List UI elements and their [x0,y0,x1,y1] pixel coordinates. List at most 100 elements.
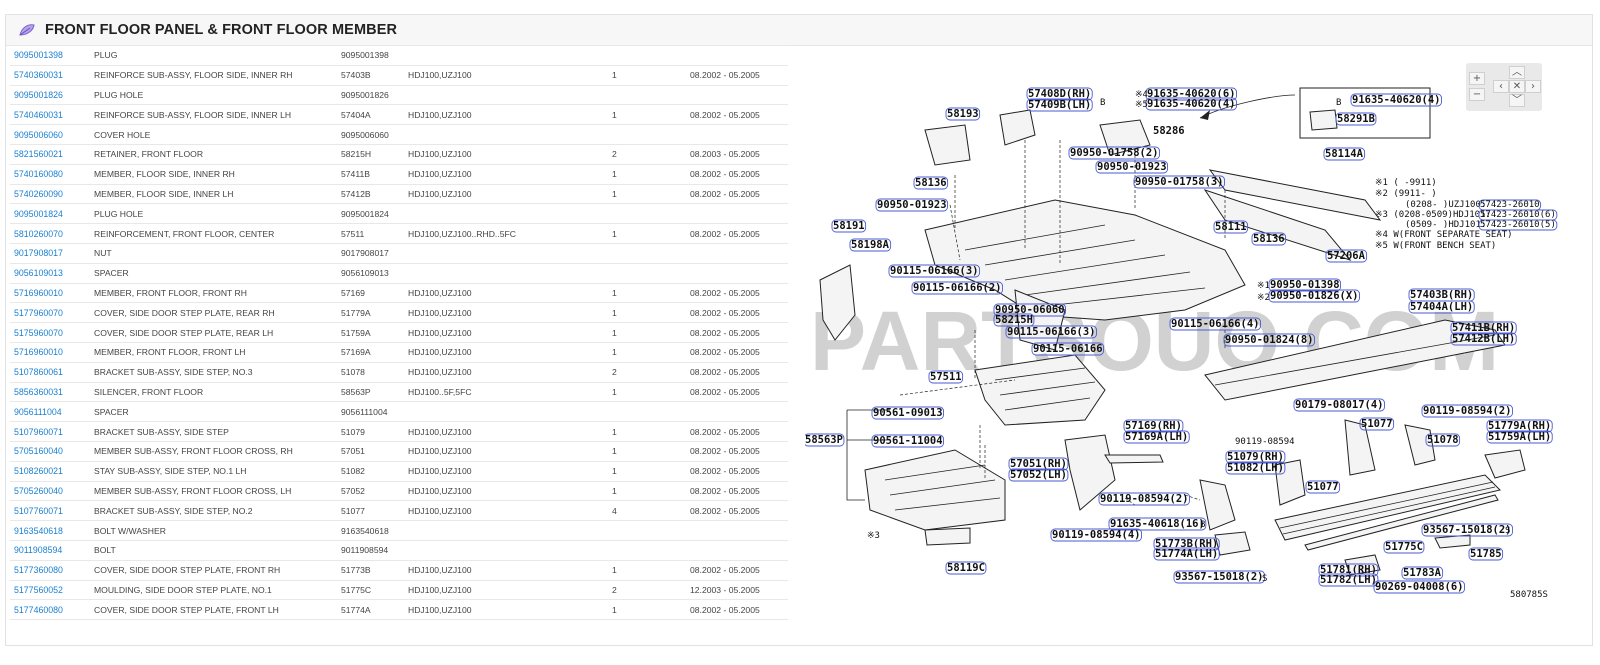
callout-label[interactable]: 90950-01758(2) [1070,147,1159,159]
part-number-link[interactable]: 5107860061 [14,367,63,377]
callout-label[interactable]: B [1336,98,1341,108]
callout-label[interactable]: 58198A [851,239,890,251]
table-row[interactable]: 5108260021 STAY SUB-ASSY, SIDE STEP, NO.1… [10,460,788,482]
callout-label[interactable]: 90269-04008(6) [1375,581,1464,593]
callout-label[interactable]: 51078 [1427,434,1459,446]
table-row[interactable]: 5705160040 MEMBER SUB-ASSY, FRONT FLOOR C… [10,440,788,462]
table-row[interactable]: 5716960010 MEMBER, FRONT FLOOR, FRONT RH 5… [10,282,788,303]
part-number-link[interactable]: 5740360031 [14,70,63,80]
callout-label[interactable]: 90119-08594(2) [1100,493,1189,505]
reset-view-button[interactable]: ✕ [1509,80,1525,93]
part-number-link[interactable]: 9163540618 [14,526,63,536]
callout-label[interactable]: ※5 W(FRONT BENCH SEAT) [1375,241,1496,251]
part-number-link[interactable]: 9011908594 [14,545,62,555]
part-number-link[interactable]: 5705260040 [14,486,63,496]
part-number-link[interactable]: 5177960070 [14,308,63,318]
table-row[interactable]: 9011908594 BOLT 9011908594 [10,539,788,561]
table-row[interactable]: 5177360080 COVER, SIDE DOOR STEP PLATE, F… [10,559,788,581]
table-row[interactable]: 9095001398 PLUG 9095001398 [10,45,788,66]
callout-label[interactable]: 90950-01758(3) [1135,176,1224,188]
callout-label[interactable]: ※1 ( -9911) [1375,178,1437,188]
part-number-link[interactable]: 5177460080 [14,605,63,615]
part-number-link[interactable]: 9095001824 [14,209,63,219]
callout-label[interactable]: 57206A [1327,250,1366,262]
part-number-link[interactable]: 5107760071 [14,506,63,516]
callout-label[interactable]: 51082(LH) [1227,462,1284,474]
part-number-link[interactable]: 5177360080 [14,565,63,575]
callout-label[interactable]: 57052(LH) [1010,469,1067,481]
callout-label[interactable]: 58286 [1153,125,1185,137]
part-number-link[interactable]: 5175960070 [14,328,63,338]
callout-label[interactable]: S [1505,526,1510,536]
callout-label[interactable]: 51759A(LH) [1488,431,1551,443]
callout-label[interactable]: 57169A(LH) [1125,431,1188,443]
callout-label[interactable]: 57423-26010(6) [1480,210,1556,220]
part-number-link[interactable]: 5107960071 [14,427,63,437]
zoom-out-button[interactable]: − [1469,88,1485,101]
table-row[interactable]: 9095006060 COVER HOLE 9095006060 [10,124,788,145]
callout-label[interactable]: 51785 [1470,548,1502,560]
callout-label[interactable]: 57412B(LH) [1452,333,1515,345]
table-row[interactable]: 5740160080 MEMBER, FLOOR SIDE, INNER RH 57… [10,163,788,185]
table-row[interactable]: 9056111004 SPACER 9056111004 [10,401,788,422]
part-number-link[interactable]: 5810260070 [14,229,63,239]
callout-label[interactable]: 57423-26010 [1480,200,1540,210]
callout-label[interactable]: 90115-06166(2) [913,282,1002,294]
callout-label[interactable]: 90119-08594(4) [1052,529,1141,541]
callout-label[interactable]: 58193 [947,108,979,120]
table-row[interactable]: 5175960070 COVER, SIDE DOOR STEP PLATE, R… [10,322,788,343]
callout-label[interactable]: 58119C [947,562,985,574]
callout-label[interactable]: 90115-06166 [1033,343,1103,355]
callout-label[interactable]: 51782(LH) [1320,574,1377,586]
part-number-link[interactable]: 5856360031 [14,387,63,397]
callout-label[interactable]: 90561-11004 [873,435,943,447]
callout-label[interactable]: 90950-01824(8) [1225,334,1314,346]
part-number-link[interactable]: 5740460031 [14,110,63,120]
callout-label[interactable]: 58191 [833,220,865,232]
callout-label[interactable]: 58136 [1253,233,1285,245]
callout-label[interactable]: ※2 [1257,293,1270,303]
table-row[interactable]: 5810260070 REINFORCEMENT, FRONT FLOOR, CE… [10,223,788,244]
callout-label[interactable]: 91635-40620(4) [1352,94,1441,106]
callout-label[interactable]: S [1262,574,1267,584]
part-number-link[interactable]: 9056111004 [14,407,62,417]
table-row[interactable]: 5177460080 COVER, SIDE DOOR STEP PLATE, F… [10,599,788,621]
callout-label[interactable]: 58136 [915,177,947,189]
callout-label[interactable]: ※3 (0208-0509)HDJ101: [1375,210,1491,220]
callout-label[interactable]: 90119-08594(2) [1423,405,1512,417]
table-row[interactable]: 5107760071 BRACKET SUB-ASSY, SIDE STEP, N… [10,500,788,521]
pan-right-button[interactable]: › [1525,80,1541,93]
callout-label[interactable]: 57403B(RH) [1410,289,1473,301]
table-row[interactable]: 5856360031 SILENCER, FRONT FLOOR 58563P HDJ… [10,381,788,402]
callout-label[interactable]: 58114A [1325,148,1364,160]
table-row[interactable]: 5740460031 REINFORCE SUB-ASSY, FLOOR SIDE… [10,104,788,125]
callout-label[interactable]: ※3 [867,531,880,541]
zoom-in-button[interactable]: + [1469,72,1485,85]
callout-label[interactable]: 90179-08017(4) [1295,399,1384,411]
table-row[interactable]: 9056109013 SPACER 9056109013 [10,262,788,284]
pan-left-button[interactable]: ‹ [1493,80,1509,93]
table-row[interactable]: 5107960071 BRACKET SUB-ASSY, SIDE STEP 510… [10,421,788,442]
callout-label[interactable]: 58111 [1215,221,1247,233]
callout-label[interactable]: ※4 [1135,90,1148,100]
part-number-link[interactable]: 5108260021 [14,466,63,476]
callout-label[interactable]: B [1100,98,1105,108]
callout-label[interactable]: 57511 [930,371,962,383]
callout-label[interactable]: 57409B(LH) [1028,99,1091,111]
callout-label[interactable]: 51783A [1403,567,1442,579]
part-number-link[interactable]: 5740260090 [14,189,63,199]
callout-label[interactable]: 90950-01923 [1097,161,1167,173]
callout-label[interactable]: 51077 [1361,418,1393,430]
callout-label[interactable]: 51775C [1385,541,1423,553]
callout-label[interactable]: 90119-08594 [1235,437,1295,447]
part-number-link[interactable]: 5740160080 [14,169,63,179]
diagram-svg[interactable]: PARTSOUQ.COM 57408D(RH)57409B(LH)91635-4… [803,50,1590,610]
callout-label[interactable]: ※2 (9911- ) [1375,189,1437,199]
callout-label[interactable]: 51774A(LH) [1155,548,1218,560]
callout-label[interactable]: 90115-06166(3) [890,265,979,277]
callout-label[interactable]: 90561-09013 [873,407,943,419]
callout-label[interactable]: 58563P [805,434,843,446]
part-number-link[interactable]: 5705160040 [14,446,63,456]
part-number-link[interactable]: 5716960010 [14,288,63,298]
callout-label[interactable]: 57423-26010(5) [1480,220,1556,230]
